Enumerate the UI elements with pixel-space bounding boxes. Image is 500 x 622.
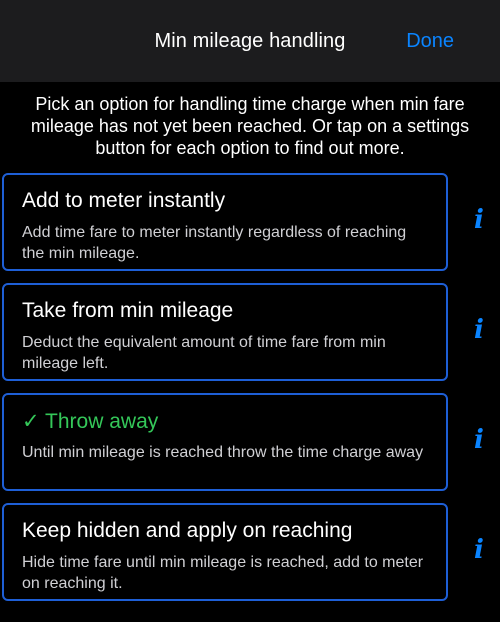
info-button-take-from-min-mileage[interactable]: i xyxy=(462,313,496,347)
option-description: Deduct the equivalent amount of time far… xyxy=(22,334,386,372)
option-add-to-meter-instantly[interactable]: Add to meter instantly Add time fare to … xyxy=(2,173,448,271)
info-button-keep-hidden[interactable]: i xyxy=(462,533,496,567)
option-row-keep-hidden: Keep hidden and apply on reaching Hide t… xyxy=(0,503,500,613)
option-title-selected: ✓ Throw away xyxy=(22,410,159,433)
option-row-take-from-min-mileage: Take from min mileage Deduct the equival… xyxy=(0,283,500,393)
info-button-add-to-meter[interactable]: i xyxy=(462,203,496,237)
option-description: Until min mileage is reached throw the t… xyxy=(22,444,424,461)
option-row-throw-away: ✓ Throw away Until min mileage is reache… xyxy=(0,393,500,503)
option-take-from-min-mileage[interactable]: Take from min mileage Deduct the equival… xyxy=(2,283,448,381)
option-title: Keep hidden and apply on reaching xyxy=(22,519,353,542)
option-list: Add to meter instantly Add time fare to … xyxy=(0,173,500,613)
option-description: Add time fare to meter instantly regardl… xyxy=(22,224,407,262)
info-icon: i xyxy=(474,205,484,235)
navigation-bar: Min mileage handling Done xyxy=(0,0,500,82)
info-icon: i xyxy=(474,425,484,455)
option-description: Hide time fare until min mileage is reac… xyxy=(22,554,424,592)
info-icon: i xyxy=(474,315,484,345)
option-throw-away[interactable]: ✓ Throw away Until min mileage is reache… xyxy=(2,393,448,491)
done-button[interactable]: Done xyxy=(406,30,454,53)
option-row-add-to-meter: Add to meter instantly Add time fare to … xyxy=(0,173,500,283)
option-title: Add to meter instantly xyxy=(22,189,226,212)
info-button-throw-away[interactable]: i xyxy=(462,423,496,457)
option-title: Take from min mileage xyxy=(22,299,234,322)
info-icon: i xyxy=(474,535,484,565)
instructions-text: Pick an option for handling time charge … xyxy=(30,94,470,158)
option-keep-hidden-and-apply[interactable]: Keep hidden and apply on reaching Hide t… xyxy=(2,503,448,601)
